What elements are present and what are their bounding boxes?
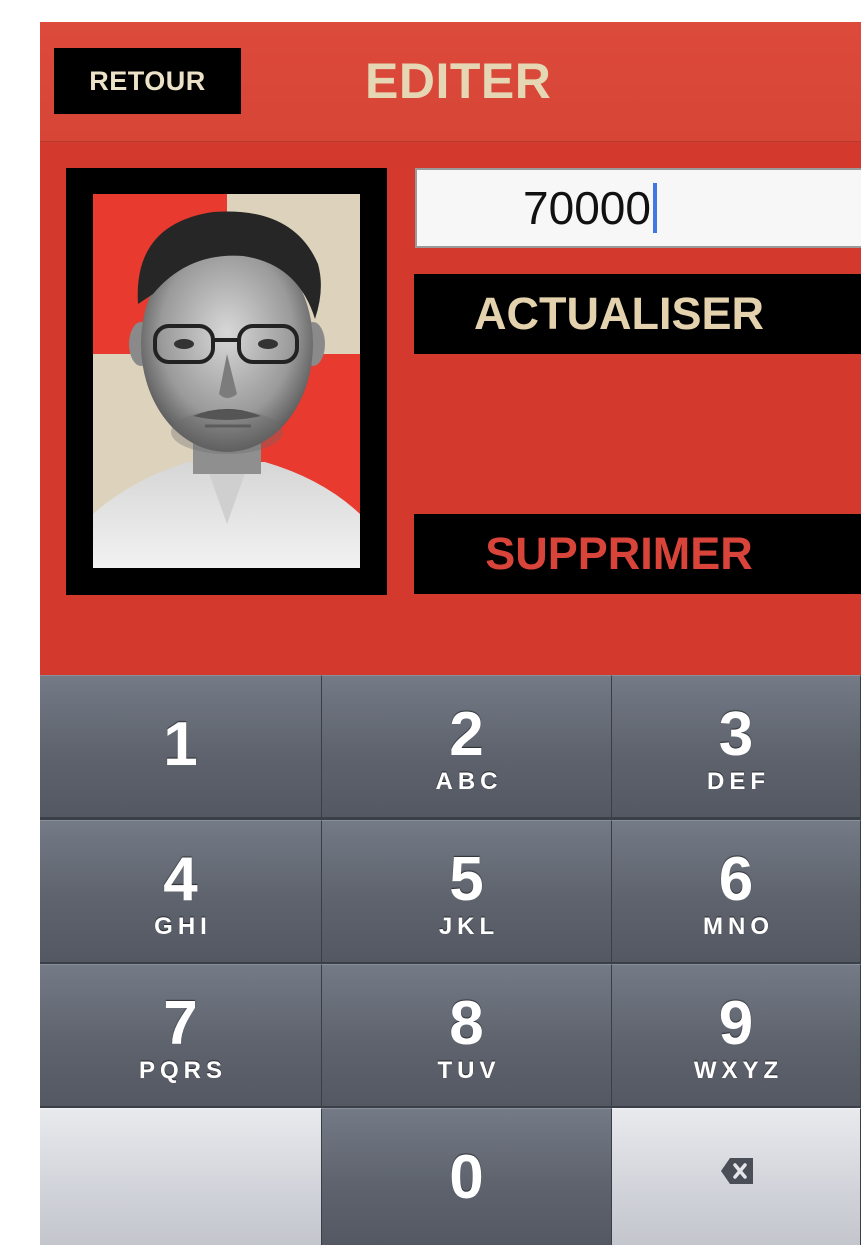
- back-button[interactable]: RETOUR: [54, 48, 241, 114]
- portrait-image: [93, 194, 360, 568]
- key-digit: 8: [449, 989, 484, 1058]
- key-letters: TUV: [437, 1057, 501, 1084]
- key-digit: 7: [163, 989, 198, 1058]
- page-title: EDITER: [365, 53, 552, 109]
- key-letters: GHI: [154, 913, 212, 940]
- key-letters: WXYZ: [693, 1057, 784, 1084]
- key-7[interactable]: 7 PQRS: [40, 964, 322, 1106]
- key-digit: 5: [449, 845, 484, 914]
- edit-panel: 70000 ACTUALISER SUPPRIMER: [40, 142, 861, 675]
- key-0[interactable]: 0: [322, 1108, 612, 1245]
- key-8[interactable]: 8 TUV: [322, 964, 612, 1106]
- key-1[interactable]: 1: [40, 675, 322, 817]
- key-digit: 1: [163, 710, 198, 779]
- key-digit: 2: [449, 700, 484, 769]
- key-4[interactable]: 4 GHI: [40, 820, 322, 962]
- key-letters: DEF: [707, 768, 770, 795]
- numeric-keypad: 1 2 ABC 3 DEF 4 GHI 5 JKL 6 MNO 7 PQRS 8…: [40, 675, 861, 1245]
- key-5[interactable]: 5 JKL: [322, 820, 612, 962]
- key-letters: ABC: [435, 768, 503, 795]
- profile-photo: [93, 194, 360, 568]
- key-digit: 0: [449, 1143, 484, 1212]
- key-empty: [40, 1108, 322, 1245]
- key-letters: JKL: [438, 913, 500, 940]
- key-digit: 3: [718, 700, 754, 769]
- app-screen: RETOUR EDITER 70000 ACTUALISER SUPPRIMER…: [40, 22, 861, 1245]
- navigation-bar: RETOUR EDITER: [40, 22, 861, 142]
- backspace-icon: [721, 1158, 753, 1184]
- text-caret: [652, 183, 657, 233]
- delete-button[interactable]: SUPPRIMER: [414, 514, 861, 594]
- key-9[interactable]: 9 WXYZ: [612, 964, 861, 1106]
- backspace-key[interactable]: [612, 1108, 861, 1245]
- update-button[interactable]: ACTUALISER: [414, 274, 861, 354]
- key-digit: 6: [718, 845, 754, 914]
- key-2[interactable]: 2 ABC: [322, 675, 612, 817]
- key-letters: MNO: [703, 913, 774, 940]
- key-digit: 4: [163, 845, 198, 914]
- photo-frame: [66, 168, 387, 595]
- key-6[interactable]: 6 MNO: [612, 820, 861, 962]
- amount-input[interactable]: 70000: [415, 168, 861, 248]
- amount-value: 70000: [523, 182, 651, 234]
- key-letters: PQRS: [138, 1057, 227, 1084]
- key-digit: 9: [718, 989, 754, 1058]
- key-3[interactable]: 3 DEF: [612, 675, 861, 817]
